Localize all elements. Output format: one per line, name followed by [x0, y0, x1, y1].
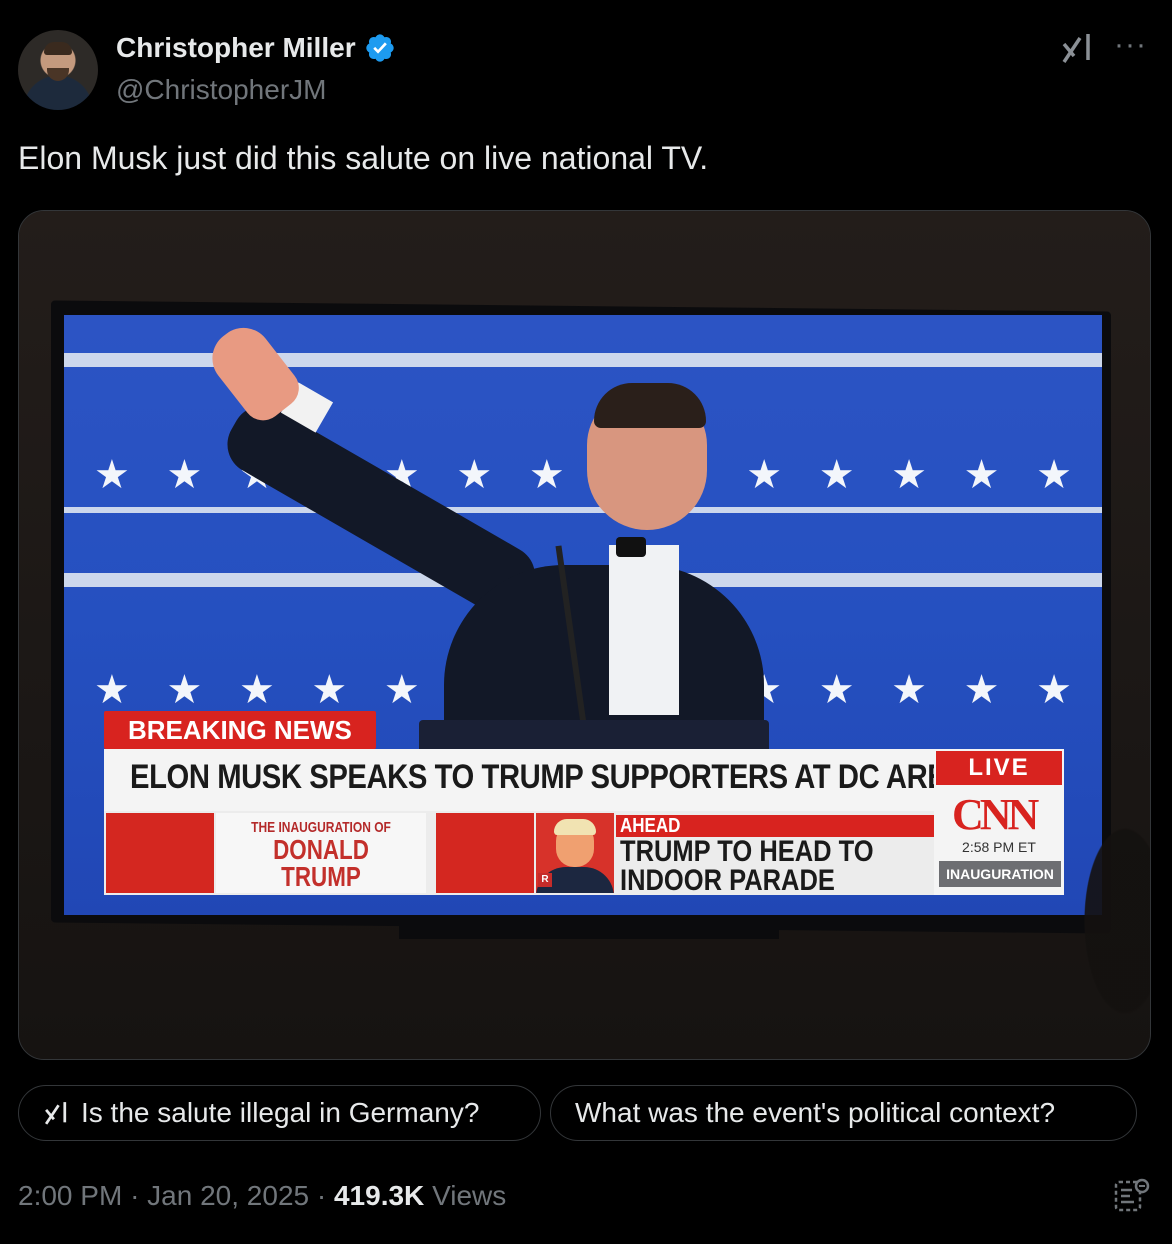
ahead-line-2: INDOOR PARADE [620, 864, 835, 897]
author-name[interactable]: Christopher Miller [116, 32, 356, 64]
tweet-date[interactable]: Jan 20, 2025 [147, 1180, 309, 1211]
tweet-text: Elon Musk just did this salute on live n… [18, 140, 709, 176]
ahead-line-1: TRUMP TO HEAD TO [620, 835, 874, 868]
author-avatar[interactable] [18, 30, 98, 110]
tweet-meta: 2:00 PM · Jan 20, 2025 · 419.3K Views [18, 1180, 506, 1212]
cnn-logo: CNN [952, 790, 1039, 839]
live-badge: LIVE [936, 751, 1062, 785]
plant-silhouette [1059, 771, 1150, 1059]
tv-stand [399, 923, 779, 939]
grok-prompt-button[interactable]: What was the event's political context? [550, 1085, 1137, 1141]
backdrop-stripe [64, 507, 1102, 513]
inauguration-tag: INAUGURATION [939, 861, 1061, 887]
party-tag: R [538, 873, 552, 887]
views-label: Views [432, 1180, 507, 1211]
figure-hair [594, 383, 706, 428]
grok-icon [44, 1102, 67, 1125]
red-accent-block [106, 813, 214, 893]
tweet-time[interactable]: 2:00 PM [18, 1180, 122, 1211]
tweet-media[interactable]: ★★★★★★★★★★★★★★ ★★★★★★★★★★★★★★ BREAKING N… [18, 210, 1151, 1060]
author-handle[interactable]: @ChristopherJM [116, 74, 326, 106]
analytics-icon[interactable] [1112, 1176, 1152, 1216]
inauguration-name-line-1: DONALD [273, 834, 369, 865]
author-name-row: Christopher Miller [116, 32, 396, 64]
views-count: 419.3K [333, 1180, 425, 1211]
grok-icon[interactable] [1060, 30, 1096, 66]
grok-prompt-button[interactable]: Is the salute illegal in Germany? [18, 1085, 541, 1141]
figure-shirt [609, 545, 679, 715]
breaking-news-label: BREAKING NEWS [104, 711, 376, 749]
star-row: ★★★★★★★★★★★★★★ [94, 453, 1072, 497]
meta-separator: · [130, 1180, 140, 1211]
ahead-text: TRUMP TO HEAD TO INDOOR PARADE [620, 835, 874, 897]
grok-prompt-label: What was the event's political context? [575, 1097, 1056, 1128]
inauguration-name-line-2: TRUMP [281, 861, 361, 892]
figure-bowtie [616, 537, 646, 557]
inauguration-graphic: THE INAUGURATION OF DONALD TRUMP [216, 813, 426, 893]
broadcast-time: 2:58 PM ET [962, 839, 1036, 855]
avatar-beard [47, 68, 69, 81]
red-accent-block [436, 813, 534, 893]
verified-badge-icon [365, 34, 394, 62]
thumbnail-hair [554, 819, 596, 835]
ahead-label: AHEAD [620, 815, 681, 837]
grok-prompt-label: Is the salute illegal in Germany? [81, 1097, 480, 1128]
tv-screen: ★★★★★★★★★★★★★★ ★★★★★★★★★★★★★★ BREAKING N… [64, 315, 1102, 915]
trump-thumbnail: R [536, 813, 614, 893]
more-icon[interactable]: ··· [1114, 28, 1147, 62]
avatar-hair [44, 42, 72, 55]
meta-separator: · [316, 1180, 327, 1211]
chyron-headline: ELON MUSK SPEAKS TO TRUMP SUPPORTERS AT … [130, 758, 988, 796]
